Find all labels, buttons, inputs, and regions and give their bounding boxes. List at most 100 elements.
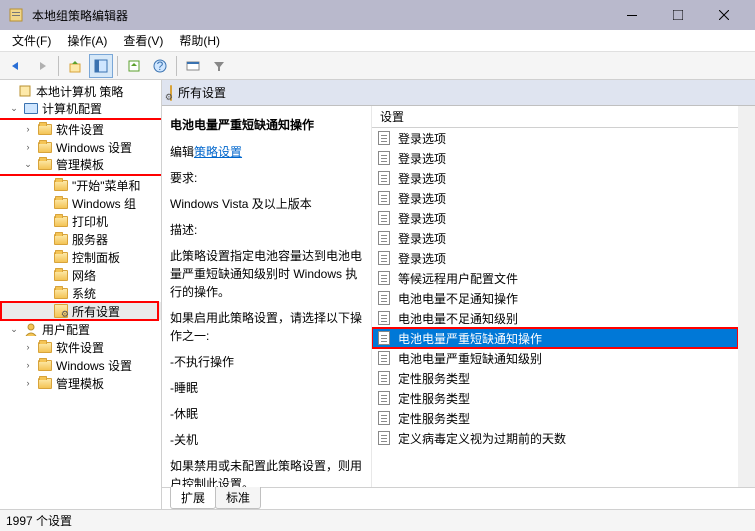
tree-item[interactable]: ›软件设置: [0, 338, 161, 356]
tree-label: 系统: [72, 285, 96, 302]
tree-item[interactable]: › Windows 设置: [0, 138, 161, 156]
edit-policy-link[interactable]: 策略设置: [194, 145, 242, 159]
folder-icon: [37, 375, 53, 391]
tree-all-settings[interactable]: 所有设置: [0, 302, 161, 320]
list-item[interactable]: 定性服务类型: [372, 368, 738, 388]
filter-button[interactable]: [207, 54, 231, 78]
tree-item[interactable]: 服务器: [0, 230, 161, 248]
list-item[interactable]: 电池电量严重短缺通知操作: [372, 328, 738, 348]
tree-item[interactable]: 打印机: [0, 212, 161, 230]
list-body[interactable]: 登录选项登录选项登录选项登录选项登录选项登录选项登录选项等候远程用户配置文件电池…: [372, 128, 738, 487]
toolbar: ?: [0, 52, 755, 80]
expander-icon[interactable]: ›: [22, 359, 34, 371]
list-item-label: 电池电量严重短缺通知操作: [398, 330, 542, 347]
settings-icon: [170, 86, 172, 100]
expander-icon[interactable]: ›: [22, 141, 34, 153]
tree-item[interactable]: ›Windows 设置: [0, 356, 161, 374]
list-item[interactable]: 电池电量不足通知级别: [372, 308, 738, 328]
list-item[interactable]: 登录选项: [372, 148, 738, 168]
tree-item[interactable]: "开始"菜单和: [0, 176, 161, 194]
tree-root[interactable]: 本地计算机 策略: [0, 82, 161, 100]
list-item-label: 登录选项: [398, 150, 446, 167]
content-body: 本地计算机 策略 ⌄ 计算机配置 › 软件设置 › Windows 设置 ⌄ 管…: [0, 80, 755, 509]
tree-label: 打印机: [72, 213, 108, 230]
detail-title: 电池电量严重短缺通知操作: [170, 116, 363, 133]
close-button[interactable]: [701, 0, 747, 30]
list-item[interactable]: 定性服务类型: [372, 408, 738, 428]
list-item[interactable]: 等候远程用户配置文件: [372, 268, 738, 288]
expander-icon[interactable]: ⌄: [22, 158, 34, 170]
list-item-label: 定性服务类型: [398, 390, 470, 407]
expander-icon[interactable]: ›: [22, 123, 34, 135]
policy-icon: [378, 351, 392, 365]
user-icon: [23, 321, 39, 337]
separator: [58, 56, 59, 76]
navigation-tree[interactable]: 本地计算机 策略 ⌄ 计算机配置 › 软件设置 › Windows 设置 ⌄ 管…: [0, 80, 162, 509]
opt: -关机: [170, 431, 363, 449]
tree-label: Windows 设置: [56, 139, 132, 156]
settings-icon: [53, 303, 69, 319]
tree-computer-config[interactable]: ⌄ 计算机配置: [0, 100, 161, 120]
forward-button[interactable]: [30, 54, 54, 78]
expander-icon[interactable]: ⌄: [8, 323, 20, 335]
list-item-label: 登录选项: [398, 170, 446, 187]
titlebar: 本地组策略编辑器: [0, 0, 755, 30]
desc-label: 描述:: [170, 221, 363, 239]
tree-item[interactable]: 控制面板: [0, 248, 161, 266]
back-button[interactable]: [4, 54, 28, 78]
minimize-button[interactable]: [609, 0, 655, 30]
list-item[interactable]: 登录选项: [372, 128, 738, 148]
column-header[interactable]: 设置: [372, 106, 738, 128]
list-item[interactable]: 电池电量不足通知操作: [372, 288, 738, 308]
folder-icon: [37, 156, 53, 172]
show-hide-tree-button[interactable]: [89, 54, 113, 78]
expander-icon[interactable]: ›: [22, 341, 34, 353]
tree-item[interactable]: ›管理模板: [0, 374, 161, 392]
tree-user-config[interactable]: ⌄ 用户配置: [0, 320, 161, 338]
list-item-label: 登录选项: [398, 190, 446, 207]
expander-icon[interactable]: [2, 85, 14, 97]
list-item[interactable]: 定义病毒定义视为过期前的天数: [372, 428, 738, 448]
menu-file[interactable]: 文件(F): [4, 30, 59, 51]
vertical-scrollbar[interactable]: [738, 106, 755, 487]
menu-action[interactable]: 操作(A): [59, 30, 115, 51]
list-item[interactable]: 登录选项: [372, 228, 738, 248]
maximize-button[interactable]: [655, 0, 701, 30]
policy-icon: [378, 431, 392, 445]
list-item[interactable]: 登录选项: [372, 208, 738, 228]
opt: -休眠: [170, 405, 363, 423]
tree-item[interactable]: › 软件设置: [0, 120, 161, 138]
menu-help[interactable]: 帮助(H): [171, 30, 228, 51]
folder-icon: [53, 285, 69, 301]
list-item[interactable]: 登录选项: [372, 168, 738, 188]
tree-label: 网络: [72, 267, 96, 284]
list-item-label: 登录选项: [398, 210, 446, 227]
menubar: 文件(F) 操作(A) 查看(V) 帮助(H): [0, 30, 755, 52]
folder-icon: [37, 121, 53, 137]
column-label: 设置: [380, 108, 404, 125]
expander-icon[interactable]: ⌄: [8, 102, 20, 114]
list-item[interactable]: 登录选项: [372, 188, 738, 208]
folder-icon: [37, 339, 53, 355]
tab-standard[interactable]: 标准: [215, 487, 261, 509]
folder-icon: [53, 195, 69, 211]
list-item[interactable]: 定性服务类型: [372, 388, 738, 408]
tree-label: 控制面板: [72, 249, 120, 266]
req-value: Windows Vista 及以上版本: [170, 195, 363, 213]
up-button[interactable]: [63, 54, 87, 78]
help-button[interactable]: ?: [148, 54, 172, 78]
disable-text: 如果禁用或未配置此策略设置，则用户控制此设置。: [170, 457, 363, 487]
tree-admin-templates[interactable]: ⌄ 管理模板: [0, 156, 161, 176]
tree-item[interactable]: Windows 组: [0, 194, 161, 212]
tree-item[interactable]: 系统: [0, 284, 161, 302]
tab-extended[interactable]: 扩展: [170, 487, 216, 509]
policy-icon: [378, 171, 392, 185]
list-item[interactable]: 登录选项: [372, 248, 738, 268]
list-item[interactable]: 电池电量严重短缺通知级别: [372, 348, 738, 368]
export-button[interactable]: [122, 54, 146, 78]
policy-icon: [378, 331, 392, 345]
menu-view[interactable]: 查看(V): [115, 30, 171, 51]
toolbar-button[interactable]: [181, 54, 205, 78]
tree-item[interactable]: 网络: [0, 266, 161, 284]
expander-icon[interactable]: ›: [22, 377, 34, 389]
